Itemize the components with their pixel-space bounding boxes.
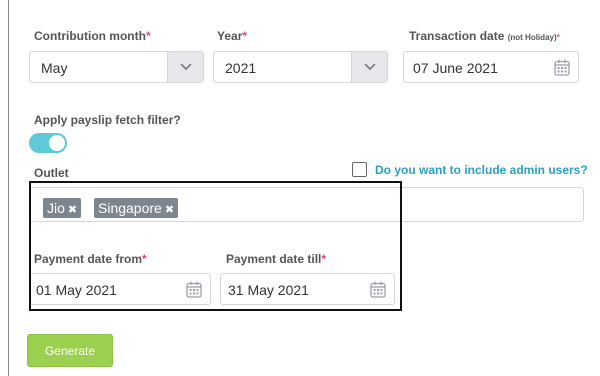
contribution-month-label: Contribution month* [34,29,151,43]
calendar-icon[interactable] [554,59,570,81]
calendar-icon[interactable] [370,281,386,303]
outlet-multiselect[interactable]: Jio ✖ Singapore ✖ [29,187,584,222]
payment-date-from-value: 01 May 2021 [36,282,117,298]
generate-button[interactable]: Generate [27,334,113,367]
payslip-filter-label: Apply payslip fetch filter? [34,113,181,127]
toggle-knob [49,135,65,151]
payment-date-from-input[interactable]: 01 May 2021 [30,273,211,305]
outlet-label: Outlet [34,166,69,180]
remove-tag-icon[interactable]: ✖ [165,204,174,216]
chevron-down-icon[interactable] [167,52,203,82]
calendar-icon[interactable] [186,281,202,303]
admin-users-label[interactable]: Do you want to include admin users? [375,163,588,177]
payslip-filter-toggle[interactable] [29,133,67,153]
tag-label: Singapore [98,200,162,216]
chevron-down-icon[interactable] [351,52,387,82]
admin-users-checkbox[interactable] [352,162,367,177]
payment-date-till-input[interactable]: 31 May 2021 [220,273,395,305]
year-value: 2021 [225,60,257,76]
transaction-date-label: Transaction date (not Holiday)* [409,29,560,43]
left-border-line [8,0,9,376]
transaction-date-value: 07 June 2021 [413,60,498,76]
year-label: Year* [217,29,248,43]
payment-date-till-value: 31 May 2021 [228,282,309,298]
outlet-tag-singapore: Singapore ✖ [94,198,179,218]
contribution-month-value: May [41,60,68,76]
year-select[interactable]: 2021 [213,51,388,83]
transaction-date-input[interactable]: 07 June 2021 [403,51,579,83]
remove-tag-icon[interactable]: ✖ [68,204,77,216]
tag-label: Jio [47,200,65,216]
outlet-tag-jio: Jio ✖ [43,198,82,218]
payment-date-from-label: Payment date from* [34,252,147,266]
contribution-month-select[interactable]: May [29,51,204,83]
payment-date-till-label: Payment date till* [226,252,327,266]
